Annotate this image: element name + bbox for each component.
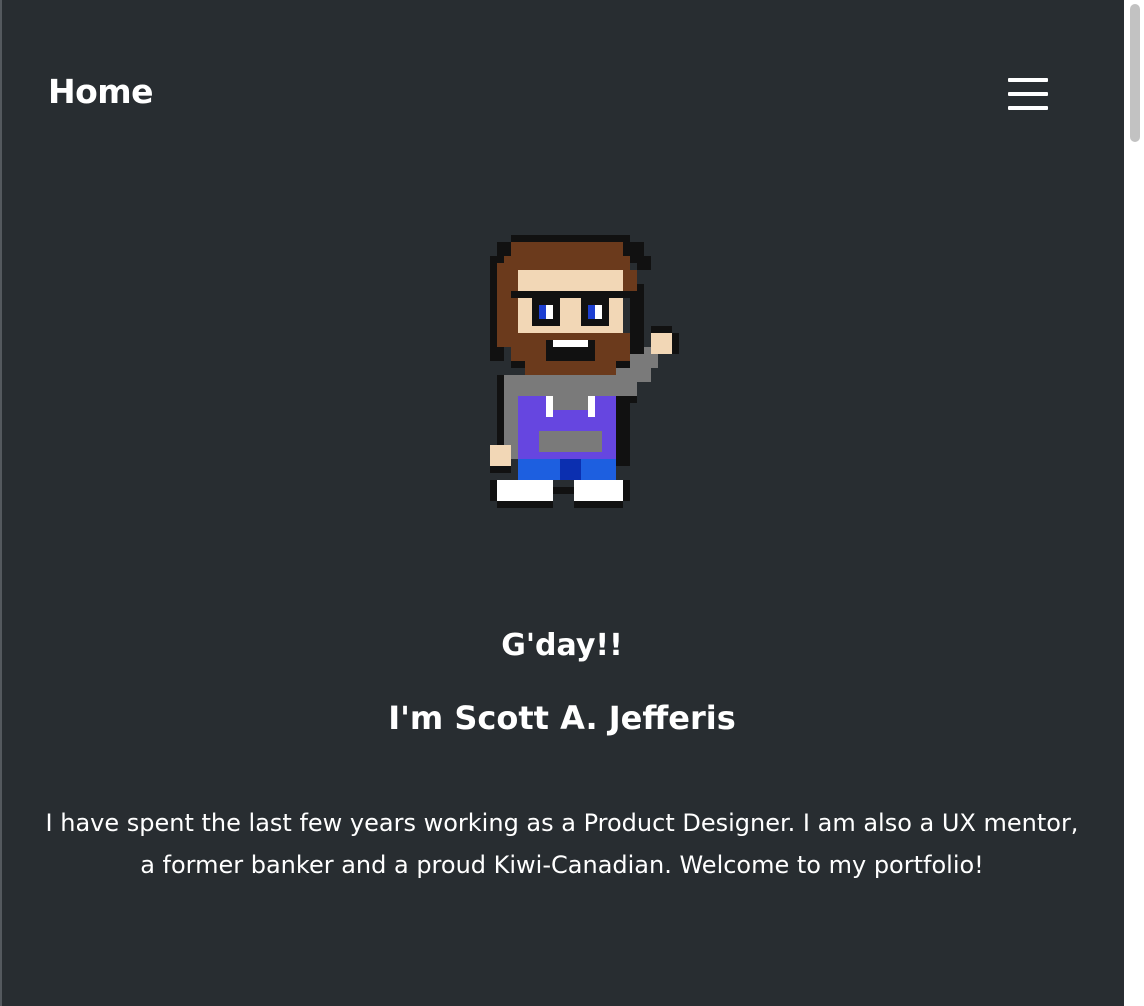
menu-bar [1008,106,1048,110]
pixel-art-avatar [476,228,686,522]
hamburger-menu-icon[interactable] [1004,74,1048,114]
name-heading: I'm Scott A. Jefferis [388,699,736,737]
home-link[interactable]: Home [48,70,154,114]
page: Home G'day!! I'm Scott A. Jefferis I hav… [0,0,1144,1006]
vertical-scrollbar[interactable] [1124,0,1144,1006]
scrollbar-thumb[interactable] [1130,4,1140,142]
site-header: Home [48,70,1078,120]
greeting-heading: G'day!! [501,628,623,663]
window-edge [0,0,2,1006]
menu-bar [1008,92,1048,96]
menu-bar [1008,78,1048,82]
intro-paragraph: I have spent the last few years working … [45,809,1079,879]
